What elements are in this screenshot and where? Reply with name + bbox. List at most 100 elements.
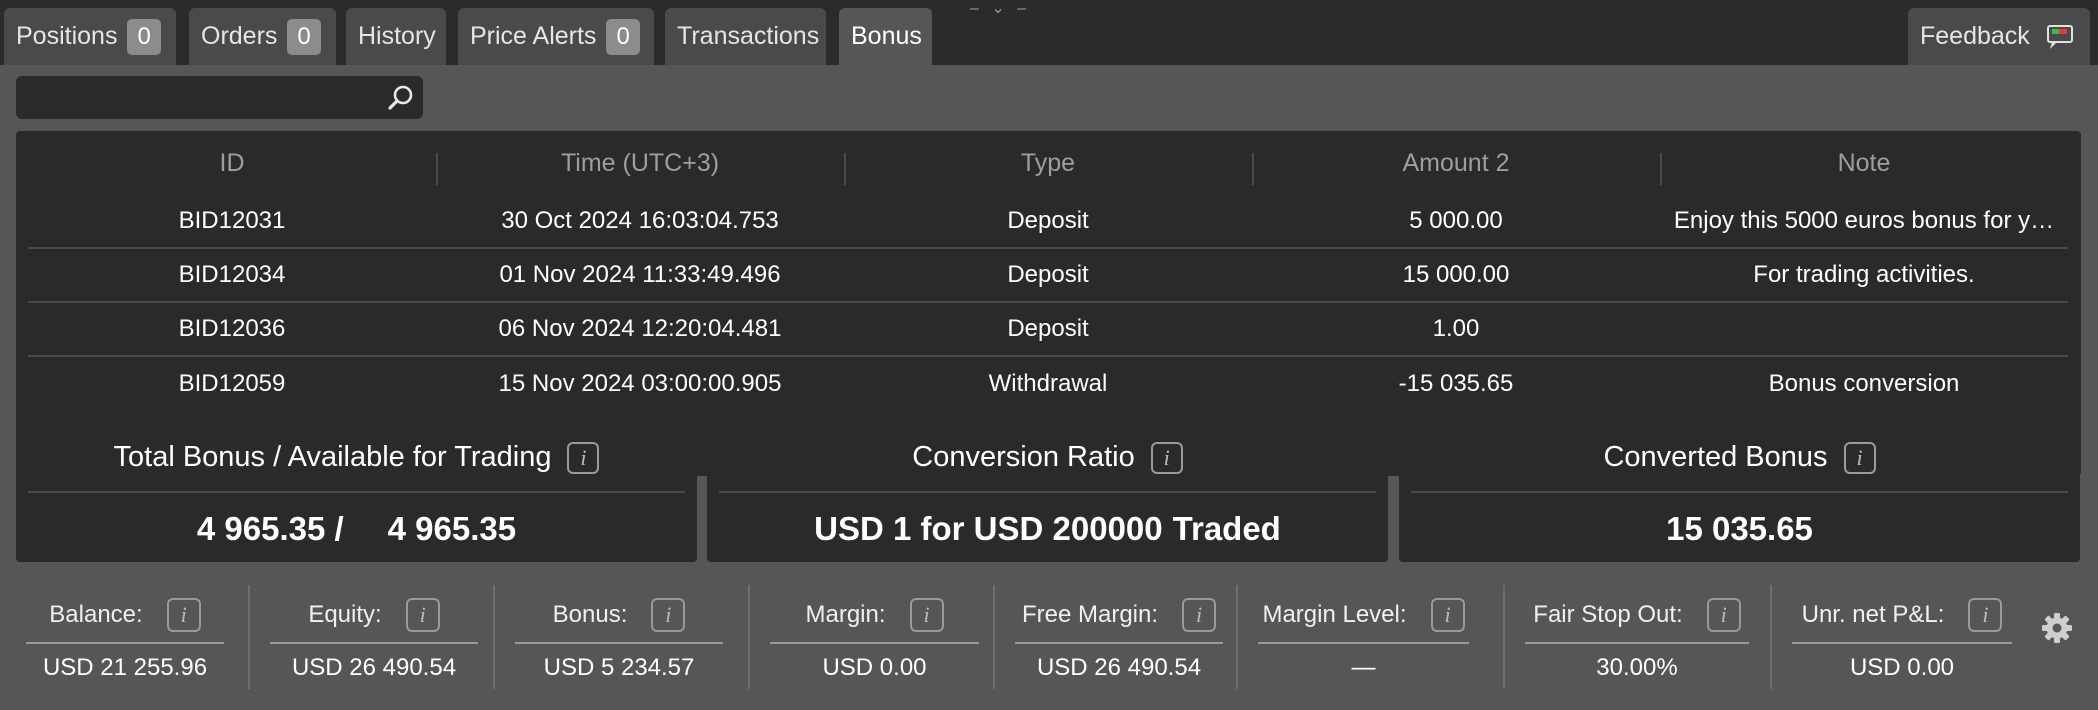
divider: [248, 585, 250, 689]
column-header-note[interactable]: Note: [1660, 131, 2068, 195]
column-header-id[interactable]: ID: [28, 131, 436, 195]
tab-transactions[interactable]: Transactions: [665, 8, 826, 65]
tab-label: Positions: [16, 22, 118, 50]
table-row[interactable]: BID12036 06 Nov 2024 12:20:04.481 Deposi…: [28, 303, 2068, 357]
cell-time: 15 Nov 2024 03:00:00.905: [498, 370, 782, 397]
cell-id: BID12036: [178, 315, 286, 342]
tab-price-alerts[interactable]: Price Alerts 0: [458, 8, 654, 65]
stat-label: Unr. net P&L:: [1801, 601, 1945, 628]
stat-label: Margin Level:: [1262, 601, 1407, 628]
conversion-ratio-suffix: Traded: [1172, 510, 1281, 547]
total-bonus-card: Total Bonus / Available for Trading i 4 …: [16, 424, 697, 562]
cell-note-text: Bonus conversion: [1768, 370, 1960, 397]
info-icon[interactable]: i: [1150, 441, 1183, 474]
table-row[interactable]: BID12034 01 Nov 2024 11:33:49.496 Deposi…: [28, 249, 2068, 303]
card-header: Total Bonus / Available for Trading i: [28, 424, 685, 493]
stat-balance: Balance: i USD 21 255.96: [16, 582, 234, 692]
stat-header: Balance: i: [26, 588, 224, 644]
cell-note: Bonus conversion: [1660, 357, 2068, 411]
feedback-flag-icon: [2046, 24, 2076, 50]
info-icon[interactable]: i: [1182, 598, 1217, 632]
card-title: Conversion Ratio: [912, 441, 1135, 473]
stat-header: Equity: i: [270, 588, 478, 644]
card-title: Total Bonus / Available for Trading: [113, 441, 552, 473]
gear-icon[interactable]: [2041, 612, 2073, 644]
stat-unrealized-pnl: Unr. net P&L: i USD 0.00: [1782, 582, 2022, 692]
tab-orders[interactable]: Orders 0: [189, 8, 336, 65]
column-header-type[interactable]: Type: [844, 131, 1252, 195]
table-header: ID Time (UTC+3) Type Amount 2 Note: [28, 131, 2068, 195]
count-badge: 0: [606, 18, 640, 55]
tab-history[interactable]: History: [346, 8, 446, 65]
cell-type: Deposit: [1007, 207, 1089, 234]
feedback-button[interactable]: Feedback: [1908, 8, 2090, 65]
stat-header: Margin: i: [770, 588, 979, 644]
divider: [493, 585, 495, 689]
bonus-panel: ID Time (UTC+3) Type Amount 2 Note BID12…: [0, 65, 2098, 710]
cell-note: [1660, 303, 2068, 355]
stat-header: Bonus: i: [515, 588, 723, 644]
stat-value: USD 26 490.54: [291, 654, 457, 681]
count-badge: 0: [127, 18, 161, 55]
tab-label: Bonus: [851, 22, 922, 50]
info-icon[interactable]: i: [405, 598, 440, 632]
stat-free-margin: Free Margin: i USD 26 490.54: [1005, 582, 1233, 692]
stat-value: USD 21 255.96: [42, 654, 208, 681]
stat-fair-stop-out: Fair Stop Out: i 30.00%: [1515, 582, 1759, 692]
stat-margin: Margin: i USD 0.00: [760, 582, 989, 692]
table-row[interactable]: BID12059 15 Nov 2024 03:00:00.905 Withdr…: [28, 357, 2068, 411]
divider: [1236, 585, 1238, 689]
info-icon[interactable]: i: [166, 598, 201, 632]
tab-label: History: [358, 22, 436, 50]
card-value: 4 965.35 / 4 965.35: [16, 504, 697, 554]
stat-value: USD 26 490.54: [1036, 654, 1202, 681]
stat-label: Bonus:: [552, 601, 628, 628]
cell-note-text: For trading activities.: [1753, 261, 1975, 288]
cell-amount: 15 000.00: [1402, 261, 1510, 288]
tab-bonus[interactable]: Bonus: [839, 8, 932, 65]
cell-amount: 5 000.00: [1409, 207, 1503, 234]
info-icon[interactable]: i: [909, 598, 944, 632]
info-icon[interactable]: i: [567, 441, 600, 474]
stat-label: Fair Stop Out:: [1533, 601, 1683, 628]
search-icon[interactable]: [387, 84, 415, 112]
stat-value: USD 5 234.57: [543, 654, 695, 681]
stat-header: Unr. net P&L: i: [1792, 588, 2012, 644]
info-icon[interactable]: i: [1706, 598, 1741, 632]
cell-time: 30 Oct 2024 16:03:04.753: [501, 207, 779, 234]
info-icon[interactable]: i: [1968, 598, 2003, 632]
column-header-time[interactable]: Time (UTC+3): [436, 131, 844, 195]
account-summary: Balance: i USD 21 255.96 Equity: i USD 26 …: [16, 582, 2046, 692]
tab-positions[interactable]: Positions 0: [4, 8, 176, 65]
info-icon[interactable]: i: [651, 598, 686, 632]
stat-label: Free Margin:: [1021, 601, 1159, 628]
info-icon[interactable]: i: [1430, 598, 1465, 632]
table-row[interactable]: BID12031 30 Oct 2024 16:03:04.753 Deposi…: [28, 195, 2068, 249]
stat-equity: Equity: i USD 26 490.54: [260, 582, 488, 692]
converted-bonus-card: Converted Bonus i 15 035.65: [1399, 424, 2080, 562]
search-input[interactable]: [26, 80, 390, 116]
drag-handle[interactable]: ‒ ⌄ ‒: [970, 0, 1030, 18]
stat-margin-level: Margin Level: i —: [1248, 582, 1479, 692]
cell-id: BID12034: [178, 261, 286, 288]
conversion-ratio-value: USD 1 for USD 200000: [814, 510, 1163, 547]
cell-amount: 1.00: [1432, 315, 1480, 342]
cell-id: BID12031: [178, 207, 286, 234]
cell-type: Withdrawal: [988, 370, 1108, 397]
info-icon[interactable]: i: [1843, 441, 1876, 474]
cell-type: Deposit: [1007, 261, 1089, 288]
divider: [748, 585, 750, 689]
converted-bonus-value: 15 035.65: [1666, 510, 1813, 547]
stat-label: Equity:: [308, 601, 382, 628]
stat-value: —: [1351, 654, 1376, 681]
divider: [993, 585, 995, 689]
tab-label: Price Alerts: [470, 22, 597, 50]
cell-type: Deposit: [1007, 315, 1089, 342]
count-badge: 0: [287, 18, 321, 55]
card-title: Converted Bonus: [1603, 441, 1828, 473]
search-box: [16, 76, 423, 119]
tab-label: Orders: [201, 22, 278, 50]
total-bonus-value: 4 965.35 /: [196, 510, 344, 547]
column-header-amount[interactable]: Amount 2: [1252, 131, 1660, 195]
stat-value: USD 0.00: [1849, 654, 1955, 681]
